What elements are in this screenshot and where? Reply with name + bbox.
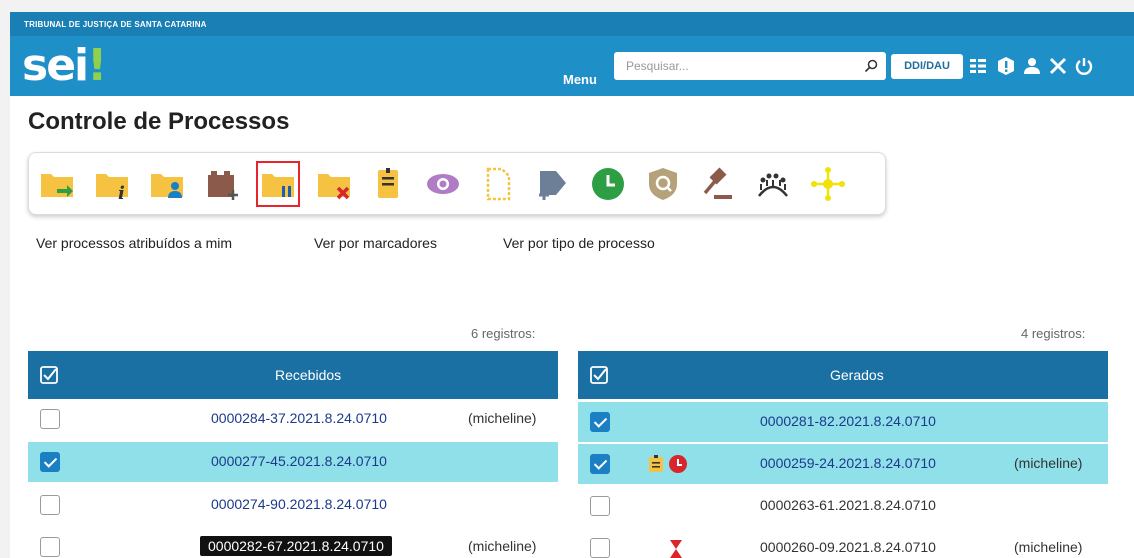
logo-mark: ! bbox=[87, 40, 107, 91]
fluxo-icon bbox=[811, 167, 845, 201]
close-process-button[interactable] bbox=[312, 161, 356, 207]
assigned-user: (micheline) bbox=[468, 538, 537, 554]
suspend-process-icon bbox=[262, 174, 294, 197]
generated-count: 4 registros: bbox=[1021, 326, 1086, 341]
window-frame-left bbox=[0, 12, 10, 558]
received-title: Recebidos bbox=[275, 367, 342, 383]
table-row[interactable]: 0000260-09.2021.8.24.0710 (micheline) bbox=[578, 528, 1108, 558]
process-number-link[interactable]: 0000263-61.2021.8.24.0710 bbox=[760, 497, 936, 513]
process-number-link[interactable]: 0000260-09.2021.8.24.0710 bbox=[760, 539, 936, 555]
grid-icon[interactable] bbox=[968, 56, 988, 76]
view-icon bbox=[427, 174, 459, 194]
unit-selector[interactable]: DDI/DAU bbox=[891, 54, 963, 79]
received-table-header: Recebidos bbox=[28, 351, 558, 399]
window-frame-top bbox=[0, 0, 1134, 12]
process-number-link[interactable]: 0000281-82.2021.8.24.0710 bbox=[760, 413, 936, 429]
received-count: 6 registros: bbox=[471, 326, 536, 341]
organization-name: TRIBUNAL DE JUSTIÇA DE SANTA CATARINA bbox=[24, 20, 207, 29]
search-process-icon bbox=[649, 168, 677, 200]
link-assigned-to-me[interactable]: Ver processos atribuídos a mim bbox=[36, 235, 232, 251]
fluxo-button[interactable] bbox=[806, 161, 850, 207]
deadline-clock-icon[interactable] bbox=[668, 454, 688, 474]
table-row[interactable]: 0000277-45.2021.8.24.0710 bbox=[28, 442, 558, 482]
search-process-button[interactable] bbox=[641, 161, 685, 207]
tools-icon[interactable] bbox=[1048, 56, 1068, 76]
process-number-link[interactable]: 0000259-24.2021.8.24.0710 bbox=[760, 455, 936, 471]
svg-text:i: i bbox=[118, 183, 125, 202]
judgment-button[interactable] bbox=[696, 161, 740, 207]
session-icon bbox=[758, 173, 788, 197]
select-all-checkbox-icon[interactable] bbox=[590, 366, 608, 384]
link-by-markers[interactable]: Ver por marcadores bbox=[314, 235, 437, 251]
user-icon[interactable] bbox=[1022, 56, 1042, 76]
add-marker-button[interactable] bbox=[531, 161, 575, 207]
process-info-button[interactable]: i bbox=[90, 161, 134, 207]
annotation-button[interactable] bbox=[366, 161, 410, 207]
generated-title: Gerados bbox=[830, 367, 884, 383]
generated-table-header: Gerados bbox=[578, 351, 1108, 399]
logo-text: sei bbox=[22, 40, 89, 91]
table-row[interactable]: 0000281-82.2021.8.24.0710 bbox=[578, 402, 1108, 442]
process-number-link[interactable]: 0000284-37.2021.8.24.0710 bbox=[211, 410, 387, 426]
alert-icon[interactable] bbox=[996, 56, 1016, 76]
page-title: Controle de Processos bbox=[28, 108, 290, 135]
add-marker-icon bbox=[539, 171, 566, 200]
row-checkbox[interactable] bbox=[590, 412, 610, 432]
session-button[interactable] bbox=[751, 161, 795, 207]
assign-process-icon bbox=[151, 174, 183, 198]
row-checkbox[interactable] bbox=[40, 452, 60, 472]
process-info-icon: i bbox=[96, 174, 128, 202]
new-document-icon bbox=[486, 167, 511, 201]
hourglass-icon[interactable] bbox=[668, 539, 684, 558]
assigned-user: (micheline) bbox=[1014, 455, 1083, 471]
row-checkbox[interactable] bbox=[590, 496, 610, 516]
annotation-icon[interactable] bbox=[648, 455, 664, 473]
assigned-user: (micheline) bbox=[468, 410, 537, 426]
add-block-button[interactable] bbox=[201, 161, 245, 207]
process-number-link[interactable]: 0000277-45.2021.8.24.0710 bbox=[211, 453, 387, 469]
assign-process-button[interactable] bbox=[145, 161, 189, 207]
view-button[interactable] bbox=[421, 161, 465, 207]
search-icon[interactable] bbox=[864, 59, 878, 73]
page: { "header": { "organization": "TRIBUNAL … bbox=[0, 0, 1134, 558]
deadline-control-button[interactable] bbox=[586, 161, 630, 207]
action-toolbar: i bbox=[28, 152, 886, 215]
annotation-icon bbox=[378, 168, 398, 198]
table-row[interactable]: 0000284-37.2021.8.24.0710 (micheline) bbox=[28, 399, 558, 439]
select-all-checkbox-icon[interactable] bbox=[40, 366, 58, 384]
assigned-user: (micheline) bbox=[1014, 539, 1083, 555]
process-number-link[interactable]: 0000274-90.2021.8.24.0710 bbox=[211, 496, 387, 512]
table-row[interactable]: 0000259-24.2021.8.24.0710 (micheline) bbox=[578, 444, 1108, 484]
menu-link[interactable]: Menu bbox=[563, 72, 597, 87]
row-checkbox[interactable] bbox=[590, 538, 610, 558]
search-input[interactable] bbox=[614, 52, 844, 80]
send-process-icon bbox=[41, 174, 73, 197]
link-by-process-type[interactable]: Ver por tipo de processo bbox=[503, 235, 655, 251]
search-box bbox=[614, 52, 886, 80]
table-row[interactable]: 0000263-61.2021.8.24.0710 bbox=[578, 486, 1108, 526]
process-number-link[interactable]: 0000282-67.2021.8.24.0710 bbox=[200, 536, 392, 556]
table-row[interactable]: 0000274-90.2021.8.24.0710 bbox=[28, 485, 558, 525]
row-checkbox[interactable] bbox=[40, 495, 60, 515]
close-process-icon bbox=[318, 174, 350, 200]
row-checkbox[interactable] bbox=[590, 454, 610, 474]
suspend-process-button[interactable] bbox=[256, 161, 300, 207]
table-row[interactable]: 0000282-67.2021.8.24.0710 (micheline) bbox=[28, 527, 558, 558]
row-checkbox[interactable] bbox=[40, 537, 60, 557]
send-process-button[interactable] bbox=[35, 161, 79, 207]
app-header: TRIBUNAL DE JUSTIÇA DE SANTA CATARINA se… bbox=[10, 12, 1134, 96]
add-block-icon bbox=[208, 171, 238, 200]
deadline-control-icon bbox=[592, 168, 624, 200]
row-checkbox[interactable] bbox=[40, 409, 60, 429]
power-icon[interactable] bbox=[1074, 56, 1094, 76]
sei-logo[interactable]: sei! bbox=[22, 40, 107, 91]
judgment-icon bbox=[703, 167, 732, 199]
new-document-button[interactable] bbox=[476, 161, 520, 207]
